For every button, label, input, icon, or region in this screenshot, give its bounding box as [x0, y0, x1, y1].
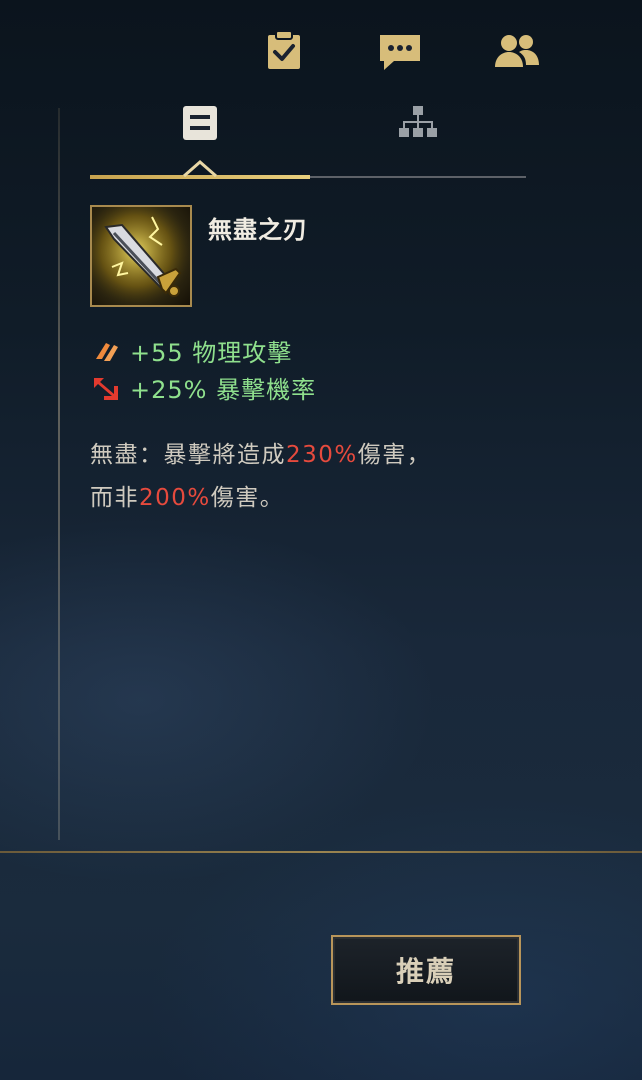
passive-value: 230% — [286, 442, 358, 468]
passive-text: 傷害， — [357, 442, 432, 468]
attack-damage-icon — [92, 337, 120, 365]
panel-left-border — [58, 108, 60, 840]
passive-value: 200% — [139, 485, 211, 511]
stat-text: +55 物理攻擊 — [130, 339, 293, 367]
passive-text: 而非 — [90, 485, 139, 511]
infinity-edge-sword-icon — [90, 205, 192, 307]
passive-text: 無盡：暴擊將造成 — [90, 442, 286, 468]
friends-icon[interactable] — [491, 26, 543, 76]
crit-chance-icon — [92, 374, 120, 402]
passive-line-2: 而非200%傷害。 — [90, 478, 284, 512]
passive-line-1: 無盡：暴擊將造成230%傷害， — [90, 435, 431, 469]
stat-crit-chance: +25% 暴擊機率 — [92, 370, 316, 405]
item-details-icon — [181, 104, 219, 146]
stat-attack-damage: +55 物理攻擊 — [92, 333, 292, 368]
passive-text: 傷害。 — [210, 485, 285, 511]
recommend-button[interactable]: 推薦 — [331, 935, 521, 1005]
stat-text: +25% 暴擊機率 — [130, 376, 317, 404]
build-tree-icon — [398, 104, 438, 144]
item-name: 無盡之刃 — [208, 216, 308, 244]
tab-build-tree[interactable] — [390, 104, 446, 174]
tab-caret-icon — [180, 158, 220, 178]
clipboard-check-icon[interactable] — [258, 26, 310, 76]
panel-divider — [0, 851, 642, 853]
chat-icon[interactable] — [374, 26, 426, 76]
